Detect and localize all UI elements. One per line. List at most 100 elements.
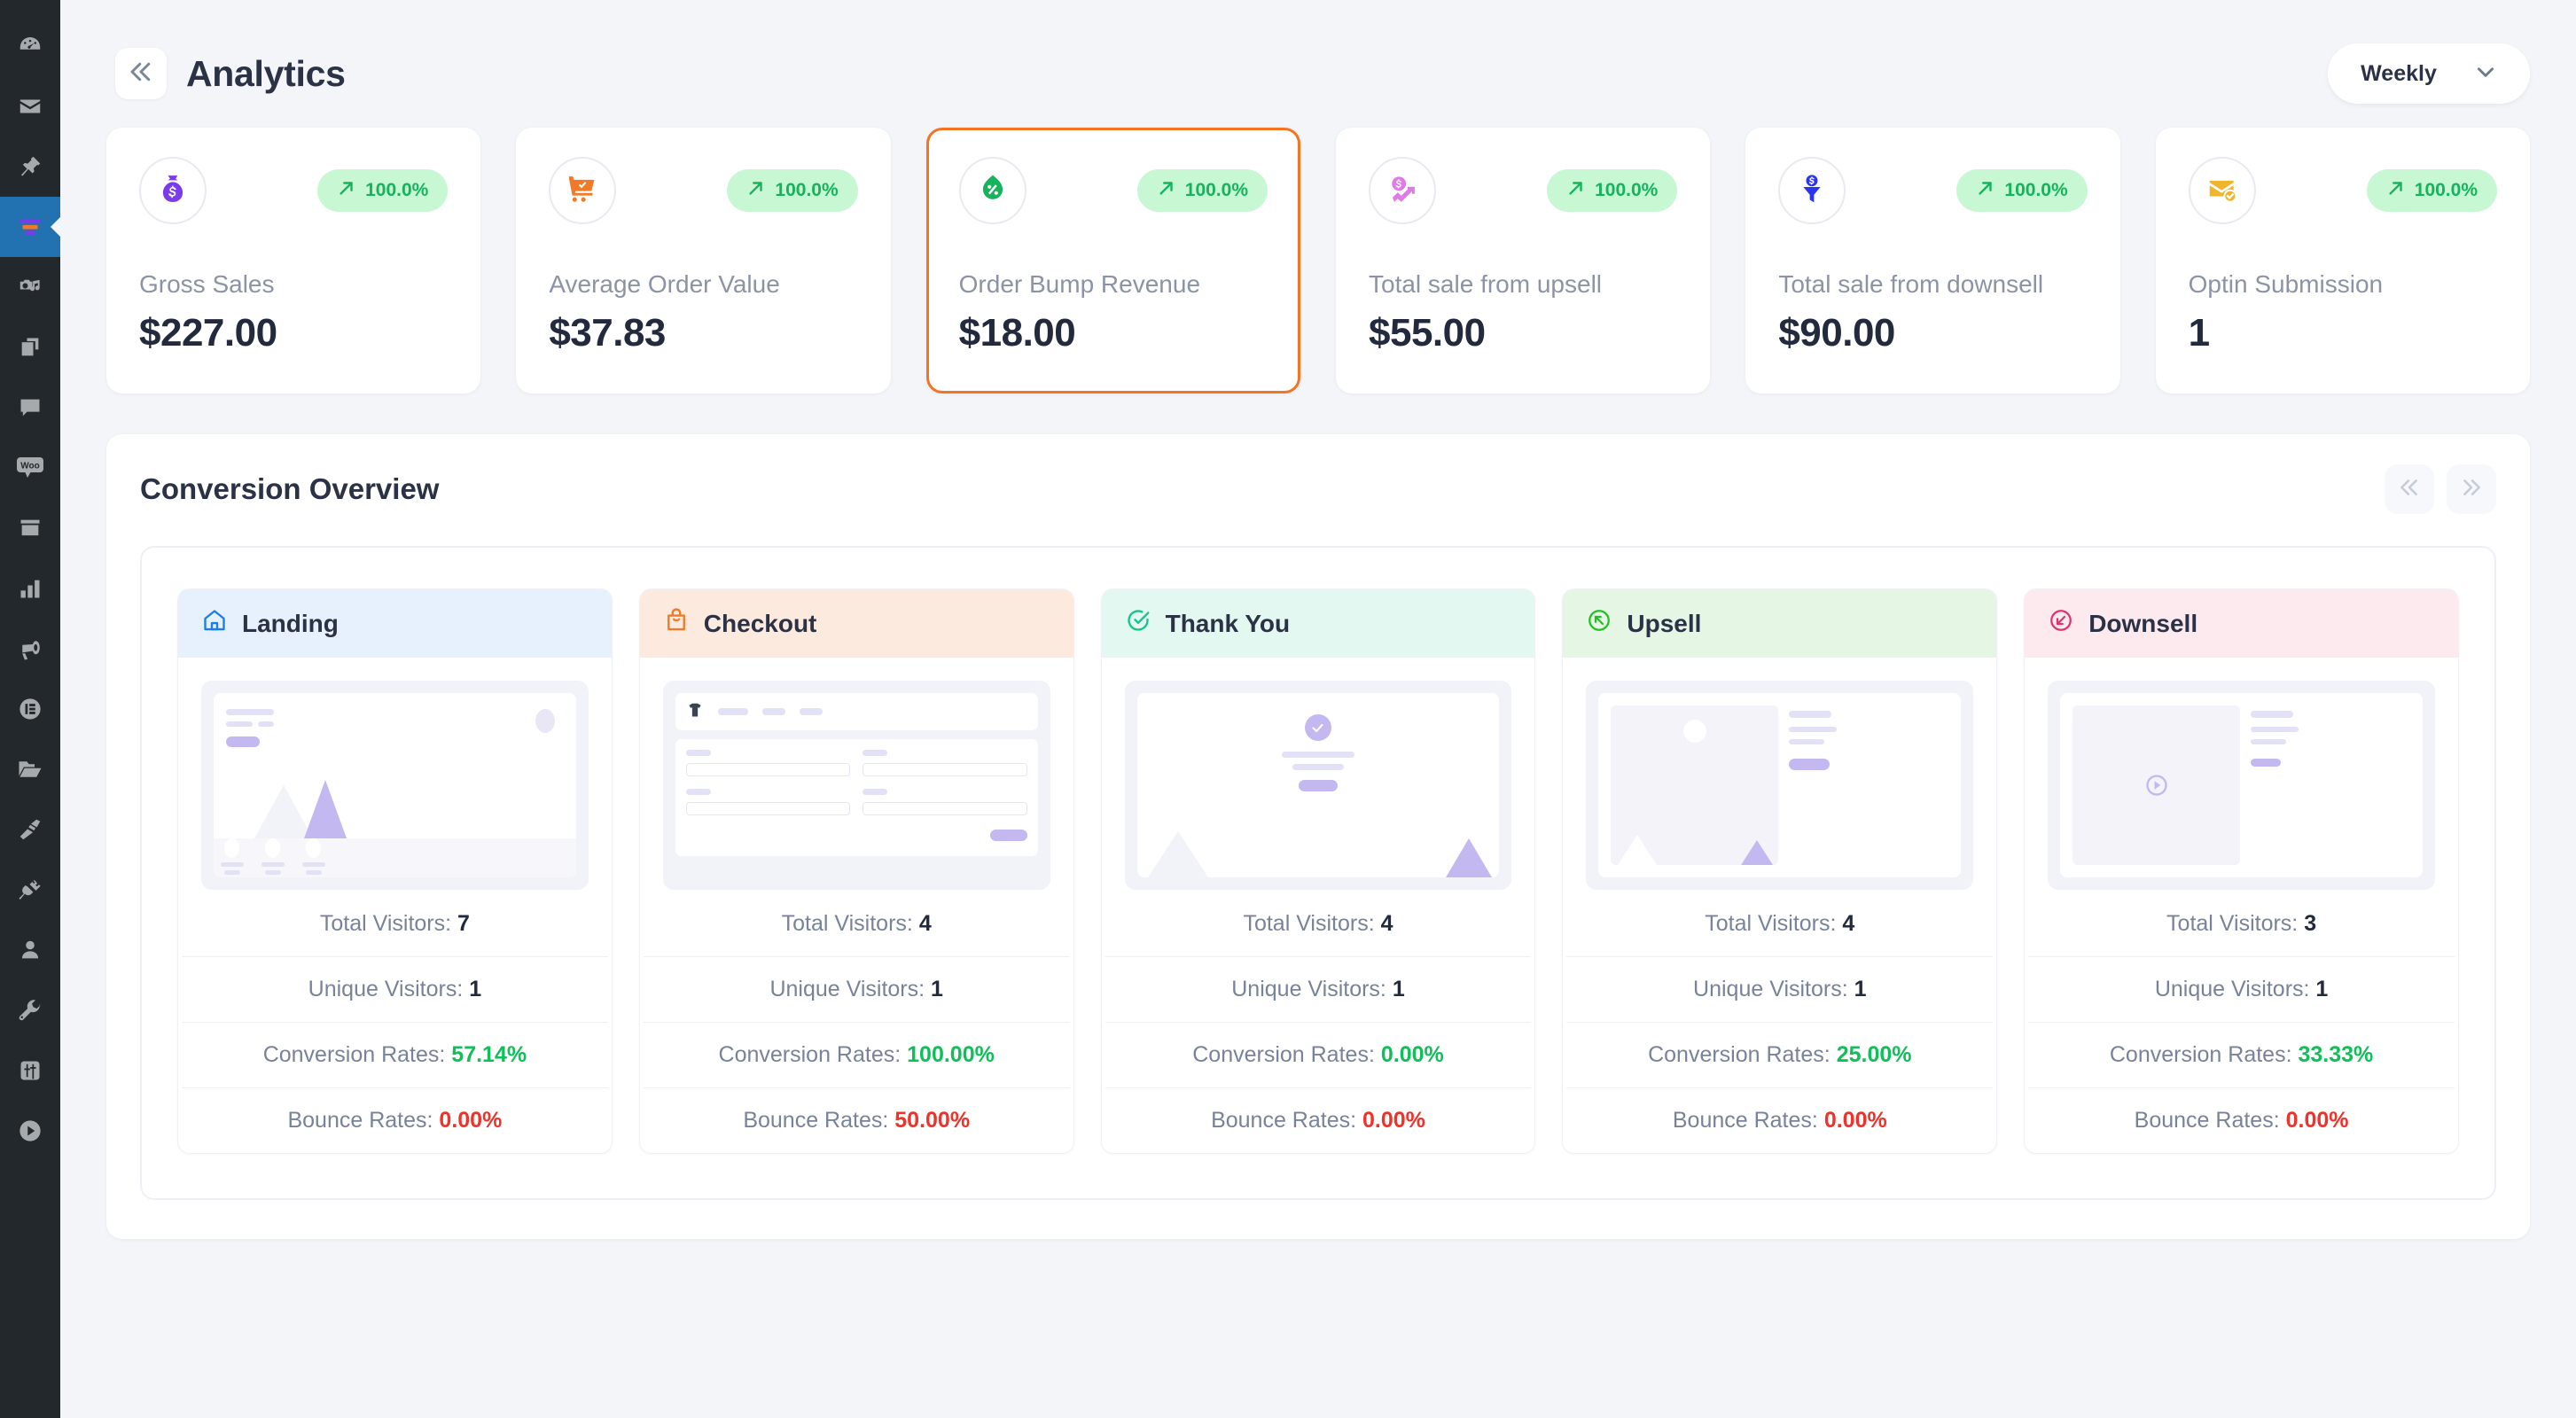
sidebar-item-analytics[interactable] (0, 558, 60, 619)
funnel-step-stats: Total Visitors: 7 Unique Visitors: 1 Con… (178, 895, 612, 1153)
sidebar-item-files[interactable] (0, 739, 60, 799)
stat-icon-wrapper (139, 157, 207, 224)
funnel-step-label: Thank You (1165, 609, 1291, 637)
page-header: Analytics Weekly (106, 35, 2530, 112)
collapse-sidebar-button[interactable] (115, 48, 167, 99)
sidebar-item-woocommerce[interactable]: Woo (0, 438, 60, 498)
envelope-icon (17, 93, 43, 120)
play-circle-icon (2145, 775, 2167, 796)
stat-row-value: 1 (931, 977, 943, 1001)
sidebar-item-video[interactable] (0, 1101, 60, 1161)
arrow-up-right-icon (746, 178, 766, 203)
user-icon (18, 938, 43, 962)
stat-card-order-bump-revenue[interactable]: 100.0% Order Bump Revenue $18.00 (925, 128, 1300, 393)
stat-card-average-order-value[interactable]: 100.0% Average Order Value $37.83 (516, 128, 891, 393)
funnel-step-thank-you[interactable]: Thank You Total Visitors: 4 Unique Visit… (1100, 588, 1536, 1154)
comment-icon (18, 395, 43, 420)
status-badge: 100.0% (1956, 169, 2088, 212)
downsell-funnel-icon (1795, 172, 1829, 210)
sidebar-item-pin[interactable] (0, 136, 60, 197)
app-root: Woo Analytics Weekly 100.0% Gross Sales … (0, 0, 2576, 1418)
sidebar-item-dashboard[interactable] (0, 16, 60, 76)
upsell-coin-chart-icon (1386, 172, 1419, 210)
sidebar-item-settings[interactable] (0, 1040, 60, 1101)
double-chevron-left-icon (128, 58, 154, 90)
stat-card-gross-sales[interactable]: 100.0% Gross Sales $227.00 (106, 128, 481, 393)
stat-card-label: Order Bump Revenue (958, 270, 1201, 298)
sidebar-item-archive[interactable] (0, 498, 60, 558)
stat-icon-wrapper (2188, 157, 2256, 224)
home-icon (201, 607, 228, 640)
stat-row-label: Conversion Rates: (1192, 1042, 1375, 1067)
period-dropdown-label: Weekly (2361, 60, 2437, 86)
page-header-left: Analytics (106, 48, 346, 99)
carousel-next-button[interactable] (2447, 464, 2496, 514)
status-badge-value: 100.0% (775, 180, 839, 200)
stat-row-label: Bounce Rates: (1672, 1108, 1818, 1133)
stat-card-top: 100.0% (549, 157, 858, 224)
sidebar-item-users[interactable] (0, 920, 60, 980)
funnel-step-downsell[interactable]: Downsell Total Visitors: 3 Unique Visito… (2024, 588, 2459, 1154)
archive-box-icon (18, 516, 43, 541)
sidebar-item-plugins[interactable] (0, 860, 60, 920)
funnel-step-landing[interactable]: Landing Total Visitors: 7 Unique Visitor… (177, 588, 613, 1154)
shopping-cart-check-icon (566, 172, 599, 210)
stat-row-value: 0.00% (1362, 1108, 1425, 1133)
double-chevron-right-icon (2460, 476, 2483, 503)
stat-row-unique-visitors: Unique Visitors: 1 (643, 956, 1070, 1022)
sidebar-item-elementor[interactable] (0, 679, 60, 739)
stat-card-top: 100.0% (139, 157, 449, 224)
sliders-icon (18, 1058, 43, 1083)
period-dropdown[interactable]: Weekly (2328, 43, 2530, 104)
woo-icon: Woo (15, 455, 45, 481)
stat-row-value: 7 (457, 911, 470, 936)
stat-row-value: 1 (1392, 977, 1405, 1001)
funnel-step-header: Upsell (1563, 589, 1997, 658)
stat-row-unique-visitors: Unique Visitors: 1 (1105, 956, 1532, 1022)
stat-row-label: Total Visitors: (1705, 911, 1837, 936)
stat-row-label: Conversion Rates: (262, 1042, 446, 1067)
double-chevron-left-icon (2398, 476, 2421, 503)
sidebar-item-pages[interactable] (0, 317, 60, 378)
conversion-overview-header: Conversion Overview (140, 464, 2496, 514)
page-title: Analytics (186, 52, 346, 94)
sidebar-item-tools[interactable] (0, 980, 60, 1040)
tshirt-icon (686, 701, 704, 723)
chevron-down-icon (2474, 60, 2497, 88)
stat-card-optin-submission[interactable]: 100.0% Optin Submission 1 (2155, 128, 2530, 393)
shopping-bag-icon (663, 607, 690, 640)
arrow-up-right-icon (1976, 178, 1995, 203)
stat-card-total-sale-from-downsell[interactable]: 100.0% Total sale from downsell $90.00 (1745, 128, 2120, 393)
bar-chart-icon (18, 576, 43, 601)
conversion-steps: Landing Total Visitors: 7 Unique Visitor… (177, 588, 2459, 1154)
wrench-icon (17, 997, 43, 1024)
funnel-step-upsell[interactable]: Upsell Total Visitors: 4 Unique Visitors… (1562, 588, 1998, 1154)
status-badge: 100.0% (1547, 169, 1678, 212)
stat-card-value: $18.00 (958, 311, 1076, 354)
sidebar-item-marketing[interactable] (0, 619, 60, 679)
stat-row-label: Unique Visitors: (308, 977, 464, 1001)
stat-row-unique-visitors: Unique Visitors: 1 (182, 956, 608, 1022)
stat-card-total-sale-from-upsell[interactable]: 100.0% Total sale from upsell $55.00 (1336, 128, 1711, 393)
sidebar-item-funnels[interactable] (0, 197, 60, 257)
funnel-step-checkout[interactable]: Checkout Total Visitors: 4 Unique Visito… (638, 588, 1074, 1154)
stat-row-label: Total Visitors: (781, 911, 913, 936)
sidebar-item-media[interactable] (0, 257, 60, 317)
landing-page-mockup (201, 681, 589, 890)
carousel-controls (2385, 464, 2496, 514)
stat-row-bounce-rates: Bounce Rates: 50.00% (643, 1087, 1070, 1153)
status-badge: 100.0% (2366, 169, 2497, 212)
arrow-up-right-icon (337, 178, 356, 203)
stat-row-label: Unique Visitors: (2154, 977, 2310, 1001)
sidebar-item-comments[interactable] (0, 378, 60, 438)
thankyou-page-mockup (1124, 681, 1512, 890)
stat-icon-wrapper (1778, 157, 1846, 224)
carousel-prev-button[interactable] (2385, 464, 2434, 514)
sidebar-item-appearance[interactable] (0, 799, 60, 860)
arrow-up-right-icon (1157, 178, 1176, 203)
status-badge-value: 100.0% (2004, 180, 2068, 200)
stat-row-total-visitors: Total Visitors: 3 (2028, 895, 2455, 956)
status-badge: 100.0% (727, 169, 858, 212)
sidebar-item-mail[interactable] (0, 76, 60, 136)
stat-row-value: 0.00% (439, 1108, 503, 1133)
